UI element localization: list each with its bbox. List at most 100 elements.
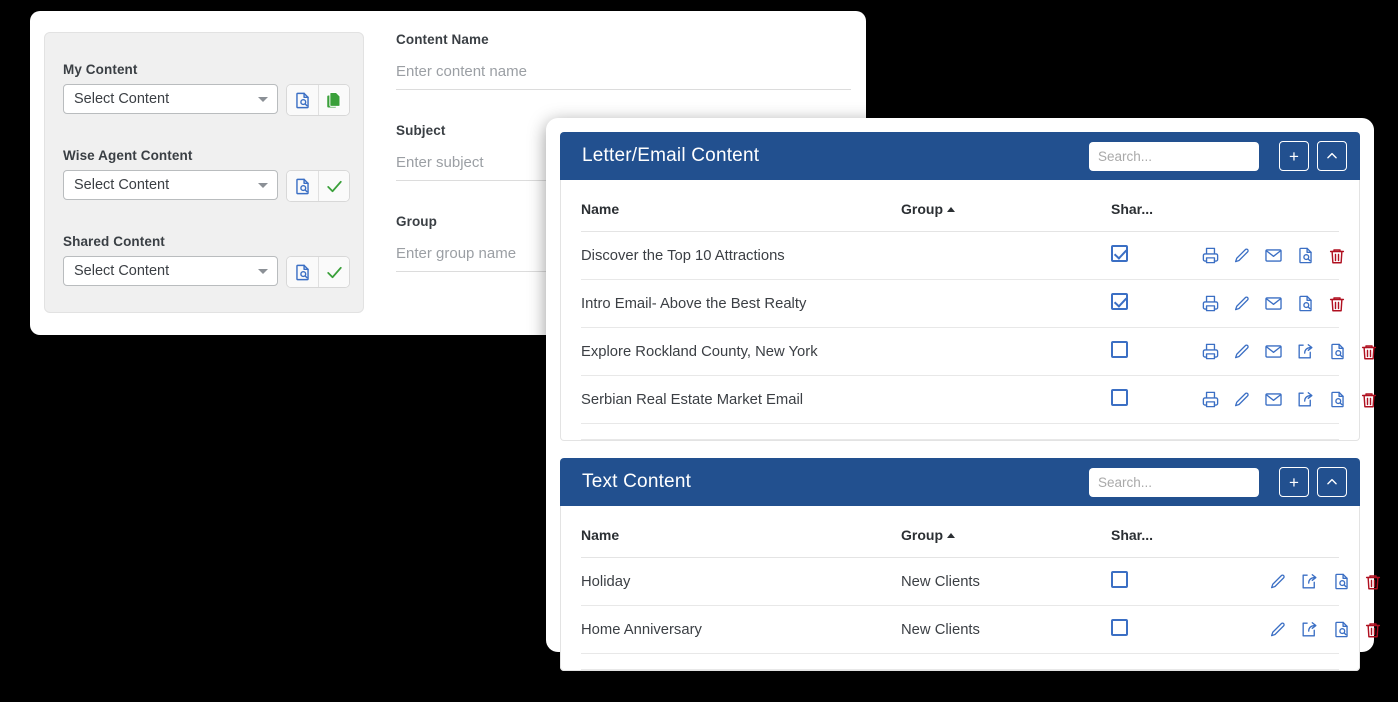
delete-icon[interactable] bbox=[1360, 391, 1378, 409]
document-search-icon[interactable] bbox=[287, 85, 318, 115]
print-icon[interactable] bbox=[1201, 294, 1220, 313]
delete-icon[interactable] bbox=[1364, 573, 1382, 591]
delete-icon[interactable] bbox=[1364, 621, 1382, 639]
search-input[interactable]: Search... bbox=[1089, 467, 1259, 497]
text-content-table: Name Group Shar... Holiday New Clients H… bbox=[581, 506, 1381, 670]
document-search-icon[interactable] bbox=[1296, 246, 1315, 265]
row-actions-cell bbox=[1191, 231, 1345, 280]
share-icon[interactable] bbox=[1300, 572, 1319, 591]
shared-checkbox[interactable] bbox=[1111, 245, 1128, 262]
check-icon[interactable] bbox=[318, 171, 349, 201]
panel-letter-email-content: Letter/Email Content Search... + Name Gr… bbox=[560, 132, 1377, 441]
table-row[interactable]: Intro Email- Above the Best Realty bbox=[581, 279, 1345, 328]
edit-icon[interactable] bbox=[1269, 621, 1287, 639]
edit-icon[interactable] bbox=[1269, 573, 1287, 591]
document-search-icon[interactable] bbox=[1328, 390, 1347, 409]
print-icon[interactable] bbox=[1201, 342, 1220, 361]
row-actions-cell bbox=[1191, 605, 1381, 654]
wise-agent-content-dropdown[interactable]: Select Content bbox=[63, 170, 278, 200]
edit-icon[interactable] bbox=[1233, 343, 1251, 361]
row-name: Explore Rockland County, New York bbox=[581, 327, 901, 376]
document-search-icon[interactable] bbox=[1332, 572, 1351, 591]
column-header-group[interactable]: Group bbox=[901, 506, 1111, 558]
shared-checkbox[interactable] bbox=[1111, 293, 1128, 310]
text-content-rows: Holiday New Clients Home Anniversary New… bbox=[581, 557, 1381, 670]
copy-content-icon[interactable] bbox=[318, 85, 349, 115]
row-shared-cell bbox=[1111, 327, 1191, 376]
table-spacer bbox=[581, 423, 1339, 440]
panel-header: Text Content Search... + bbox=[560, 458, 1360, 506]
row-group bbox=[901, 231, 1111, 280]
search-input[interactable]: Search... bbox=[1089, 141, 1259, 171]
panel-header: Letter/Email Content Search... + bbox=[560, 132, 1360, 180]
row-shared-cell bbox=[1111, 279, 1191, 328]
add-button[interactable]: + bbox=[1279, 467, 1309, 497]
shared-content-dropdown[interactable]: Select Content bbox=[63, 256, 278, 286]
selector-label: Shared Content bbox=[63, 234, 165, 249]
add-button[interactable]: + bbox=[1279, 141, 1309, 171]
column-header-actions bbox=[1191, 506, 1339, 558]
row-name: Intro Email- Above the Best Realty bbox=[581, 279, 901, 328]
chevron-up-icon[interactable] bbox=[1317, 467, 1347, 497]
table-header-row: Name Group Shar... bbox=[581, 506, 1339, 558]
share-icon[interactable] bbox=[1296, 390, 1315, 409]
panel-text-content: Text Content Search... + Name Group Shar… bbox=[560, 458, 1381, 671]
table-row[interactable]: Discover the Top 10 Attractions bbox=[581, 231, 1345, 280]
panel-body: Name Group Shar... Holiday New Clients H… bbox=[560, 506, 1381, 671]
column-header-shared[interactable]: Shar... bbox=[1111, 506, 1191, 558]
row-name: Home Anniversary bbox=[581, 605, 901, 654]
row-actions-cell bbox=[1191, 557, 1381, 606]
column-header-name[interactable]: Name bbox=[581, 506, 901, 558]
column-header-name[interactable]: Name bbox=[581, 180, 901, 232]
row-actions-cell bbox=[1191, 327, 1377, 376]
document-search-icon[interactable] bbox=[1328, 342, 1347, 361]
shared-content-actions bbox=[286, 256, 350, 288]
edit-icon[interactable] bbox=[1233, 247, 1251, 265]
table-header-row: Name Group Shar... bbox=[581, 180, 1339, 232]
my-content-dropdown[interactable]: Select Content bbox=[63, 84, 278, 114]
document-search-icon[interactable] bbox=[1332, 620, 1351, 639]
content-name-input[interactable]: Enter content name bbox=[396, 63, 851, 90]
delete-icon[interactable] bbox=[1360, 343, 1378, 361]
check-icon[interactable] bbox=[318, 257, 349, 287]
table-row[interactable]: Home Anniversary New Clients bbox=[581, 605, 1381, 654]
row-shared-cell bbox=[1111, 231, 1191, 280]
chevron-up-icon[interactable] bbox=[1317, 141, 1347, 171]
column-header-shared[interactable]: Shar... bbox=[1111, 180, 1191, 232]
email-icon[interactable] bbox=[1264, 294, 1283, 313]
email-icon[interactable] bbox=[1264, 390, 1283, 409]
row-actions-cell bbox=[1191, 375, 1377, 424]
chevron-down-icon bbox=[258, 183, 268, 188]
shared-checkbox[interactable] bbox=[1111, 341, 1128, 358]
edit-icon[interactable] bbox=[1233, 295, 1251, 313]
shared-checkbox[interactable] bbox=[1111, 571, 1128, 588]
row-group: New Clients bbox=[901, 557, 1111, 606]
letter-email-rows: Discover the Top 10 Attractions Intro Em… bbox=[581, 231, 1377, 440]
my-content-actions bbox=[286, 84, 350, 116]
shared-checkbox[interactable] bbox=[1111, 389, 1128, 406]
print-icon[interactable] bbox=[1201, 246, 1220, 265]
column-header-group[interactable]: Group bbox=[901, 180, 1111, 232]
email-icon[interactable] bbox=[1264, 246, 1283, 265]
table-row[interactable]: Serbian Real Estate Market Email bbox=[581, 375, 1377, 424]
shared-checkbox[interactable] bbox=[1111, 619, 1128, 636]
delete-icon[interactable] bbox=[1328, 295, 1346, 313]
row-group: New Clients bbox=[901, 605, 1111, 654]
share-icon[interactable] bbox=[1296, 342, 1315, 361]
delete-icon[interactable] bbox=[1328, 247, 1346, 265]
row-shared-cell bbox=[1111, 375, 1191, 424]
table-row[interactable]: Explore Rockland County, New York bbox=[581, 327, 1377, 376]
share-icon[interactable] bbox=[1300, 620, 1319, 639]
edit-icon[interactable] bbox=[1233, 391, 1251, 409]
selector-my-content: My Content Select Content bbox=[63, 62, 350, 116]
selector-label: My Content bbox=[63, 62, 138, 77]
print-icon[interactable] bbox=[1201, 390, 1220, 409]
document-search-icon[interactable] bbox=[287, 257, 318, 287]
row-name: Serbian Real Estate Market Email bbox=[581, 375, 901, 424]
table-row[interactable]: Holiday New Clients bbox=[581, 557, 1381, 606]
document-search-icon[interactable] bbox=[287, 171, 318, 201]
panel-title: Text Content bbox=[582, 471, 692, 492]
dropdown-value: Select Content bbox=[74, 177, 170, 193]
document-search-icon[interactable] bbox=[1296, 294, 1315, 313]
email-icon[interactable] bbox=[1264, 342, 1283, 361]
